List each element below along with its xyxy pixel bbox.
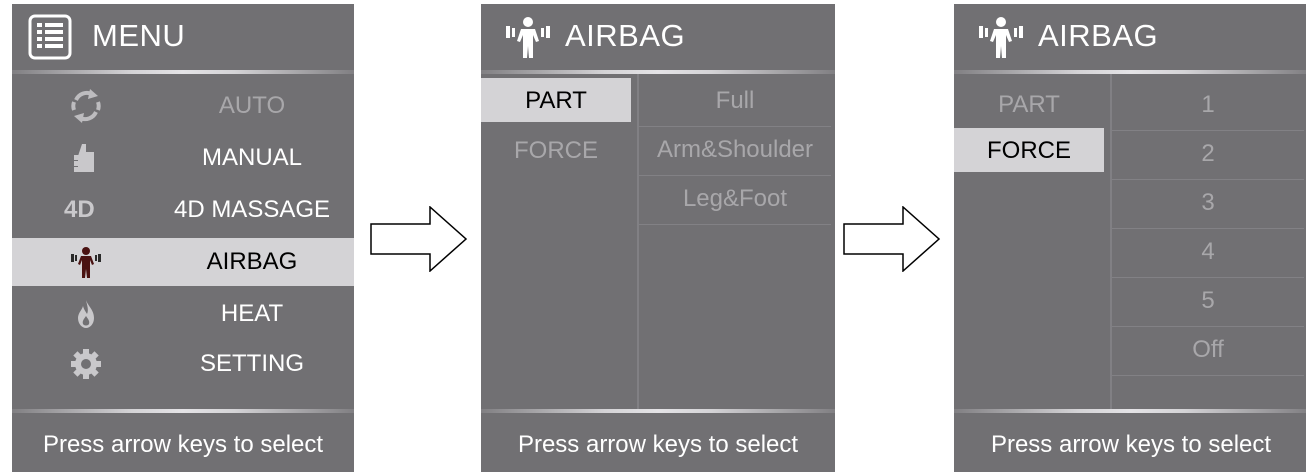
airbag-body-icon <box>503 14 553 65</box>
option-force-off[interactable]: Off <box>1112 327 1304 376</box>
menu-item-manual[interactable]: MANUAL <box>12 134 354 182</box>
thumbs-up-icon <box>68 140 104 176</box>
tab-force[interactable]: FORCE <box>954 128 1104 172</box>
airbag-force-panel: AIRBAG PART FORCE 1 2 3 4 5 Off Press ar… <box>954 4 1306 472</box>
menu-item-label: MANUAL <box>201 144 303 171</box>
menu-item-setting[interactable]: SETTING <box>12 340 354 388</box>
option-force-1[interactable]: 1 <box>1112 82 1304 131</box>
refresh-icon <box>68 88 104 124</box>
footer-hint: Press arrow keys to select <box>42 431 324 458</box>
divider <box>954 70 1306 74</box>
4d-icon: 4D <box>64 192 100 228</box>
menu-item-label: AUTO <box>218 92 286 119</box>
divider <box>12 70 354 74</box>
option-arm-shoulder[interactable]: Arm&Shoulder <box>639 127 831 176</box>
airbag-body-icon <box>68 244 104 280</box>
airbag-header: AIRBAG <box>954 4 1306 72</box>
option-leg-foot[interactable]: Leg&Foot <box>639 176 831 225</box>
4d-icon-text: 4D <box>64 196 95 223</box>
menu-panel: MENU AUTO MANUAL 4D 4D MASSAGE AIRBAG HE… <box>12 4 354 472</box>
menu-item-label: 4D MASSAGE <box>173 196 331 223</box>
menu-item-heat[interactable]: HEAT <box>12 290 354 338</box>
page-title: MENU <box>92 18 186 53</box>
tab-part[interactable]: PART <box>481 78 631 122</box>
footer-hint: Press arrow keys to select <box>517 431 799 458</box>
airbag-body-icon <box>976 14 1026 65</box>
menu-item-label: SETTING <box>199 350 304 377</box>
right-arrow-icon <box>843 206 941 272</box>
flame-icon <box>68 296 104 332</box>
option-force-2[interactable]: 2 <box>1112 131 1304 180</box>
airbag-part-panel: AIRBAG PART FORCE Full Arm&Shoulder Leg&… <box>481 4 835 472</box>
airbag-header: AIRBAG <box>481 4 835 72</box>
option-force-3[interactable]: 3 <box>1112 180 1304 229</box>
divider <box>481 70 835 74</box>
gear-icon <box>68 346 104 382</box>
menu-item-4d-massage[interactable]: 4D 4D MASSAGE <box>12 186 354 234</box>
list-menu-icon <box>28 14 72 65</box>
menu-item-auto[interactable]: AUTO <box>12 82 354 130</box>
option-force-5[interactable]: 5 <box>1112 278 1304 327</box>
page-title: AIRBAG <box>1038 18 1159 53</box>
right-arrow-icon <box>370 206 468 272</box>
menu-header: MENU <box>12 4 354 72</box>
menu-item-label: HEAT <box>220 300 284 327</box>
tab-part[interactable]: PART <box>954 82 1104 126</box>
menu-item-airbag[interactable]: AIRBAG <box>12 238 354 286</box>
footer-hint: Press arrow keys to select <box>990 431 1272 458</box>
option-force-4[interactable]: 4 <box>1112 229 1304 278</box>
option-full[interactable]: Full <box>639 78 831 127</box>
menu-item-label: AIRBAG <box>206 248 298 275</box>
page-title: AIRBAG <box>565 18 686 53</box>
tab-force[interactable]: FORCE <box>481 128 631 172</box>
